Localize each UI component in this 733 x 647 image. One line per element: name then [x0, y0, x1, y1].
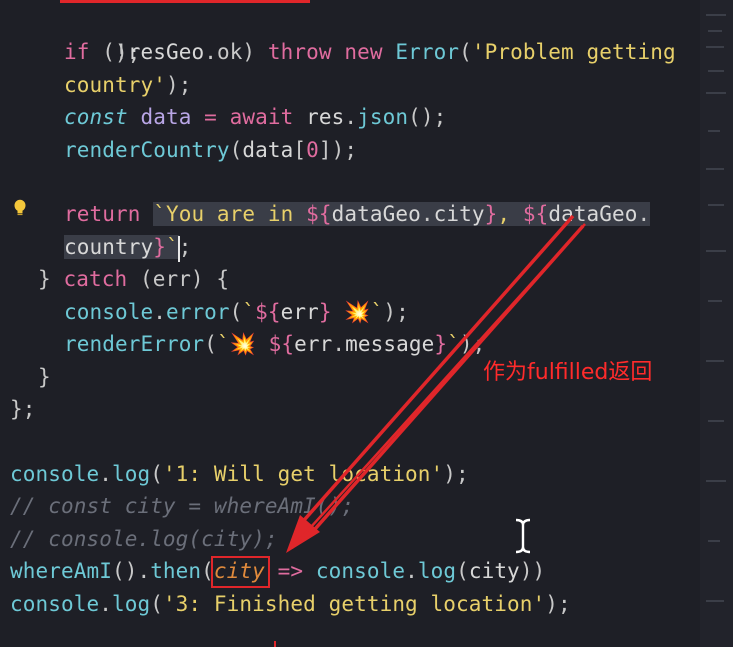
annotation-bottom-mark	[274, 641, 276, 647]
annotation-label: 作为fulfilled返回	[483, 360, 653, 385]
annotation-arrow	[286, 214, 586, 553]
minimap[interactable]	[700, 0, 733, 647]
code-editor[interactable]: ); if (!resGeo.ok) throw new Error('Prob…	[0, 0, 733, 647]
text-cursor-icon	[515, 518, 531, 554]
